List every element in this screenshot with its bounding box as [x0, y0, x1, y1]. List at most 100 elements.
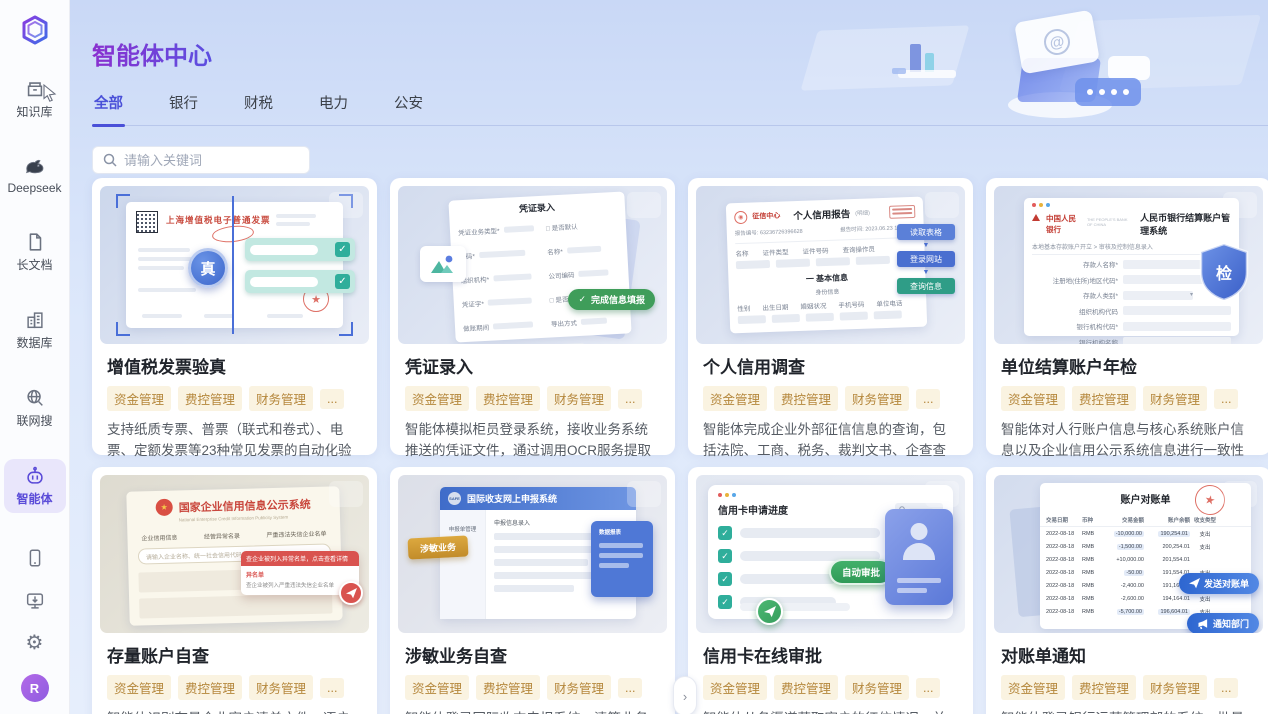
check-icon: ✓ [718, 595, 732, 609]
national-emblem-icon: ★ [155, 499, 172, 516]
tag: 财务管理 [249, 675, 313, 700]
card-thumbnail: 信用卡申请进度 ✓ ✓ ✓ ✓ 自动审批 [696, 475, 965, 633]
tag-more: ... [916, 678, 940, 698]
sidebar-item-database[interactable]: 数据库 [4, 303, 66, 357]
sidebar-item-web-search[interactable]: 联网搜 [4, 381, 66, 435]
agent-card[interactable]: 信用卡申请进度 ✓ ✓ ✓ ✓ 自动审批 [688, 467, 973, 714]
tag: 费控管理 [1072, 675, 1136, 700]
card-description: 智能体登录银行运营管理部的系统，批量生成对账单，并将对账单保存到指定位置，再根据… [1001, 708, 1256, 714]
card-title: 存量账户自查 [107, 642, 362, 667]
card-thumbnail: 中国人民银行 THE PEOPLE'S BANK OF CHINA 人民币银行结… [994, 186, 1263, 344]
avatar-initial: R [30, 681, 39, 696]
agent-card[interactable]: 上海增值税电子普通发票 ★ 真 [92, 178, 377, 455]
tag-more: ... [618, 678, 642, 698]
card-title: 个人信用调查 [703, 353, 958, 378]
tag-more: ... [320, 389, 344, 409]
chevron-right-icon: › [683, 689, 687, 704]
paper-plane-icon [756, 598, 783, 625]
tab-finance-tax[interactable]: 财税 [242, 92, 275, 125]
auto-approve-badge: 自动审批 [829, 559, 893, 585]
speech-bubble-small [1108, 56, 1150, 80]
credit-center-logo: ◉ [734, 210, 747, 223]
tab-all[interactable]: 全部 [92, 92, 125, 125]
tag: 资金管理 [107, 675, 171, 700]
card-description: 智能体对人行账户信息与核心系统账户信息以及企业信用公示系统信息进行一致性比对，完… [1001, 419, 1256, 461]
card-tags: 资金管理 费控管理 财务管理 ... [405, 675, 660, 700]
card-description: 智能体模拟柜员登录系统，接收业务系统推送的凭证文件，通过调用OCR服务提取图像内… [405, 419, 660, 461]
sidebar-item-deepseek[interactable]: Deepseek [4, 150, 66, 201]
agent-card[interactable]: 账户对账单 ★ 交易日期币种交易金额账户余额收支类型 2022-08-18RMB… [986, 467, 1268, 714]
user-avatar[interactable]: R [21, 674, 49, 702]
tag: 资金管理 [405, 675, 469, 700]
tag: 财务管理 [1143, 386, 1207, 411]
login-site-button: 登录网站 [897, 251, 955, 267]
verified-row: ✓ [245, 270, 355, 293]
corner-bracket [339, 322, 353, 336]
sidebar-item-label: 长文档 [16, 256, 52, 273]
card-tags: 资金管理 费控管理 财务管理 ... [703, 675, 958, 700]
sidebar-item-label: 知识库 [16, 103, 52, 120]
agent-card[interactable]: ◉ 征信中心 个人信用报告 (明细) 报告编号: 63236726396628 … [688, 178, 973, 455]
sidebar: 知识库 Deepseek 长文档 数据库 联网搜 [0, 0, 70, 714]
mini-bar-chart-illustration [892, 36, 962, 80]
card-description: 智能体从各渠道获取客户的征信情况，并生产黑白名单，自动完成在线审批... [703, 708, 958, 714]
corner-bracket [116, 322, 130, 336]
card-title: 信用卡在线审批 [703, 642, 958, 667]
send-statement-button: 发送对账单 [1179, 573, 1259, 594]
page-title: 智能体中心 [92, 36, 212, 71]
sidebar-item-agent[interactable]: 智能体 [4, 459, 66, 513]
card-description: 智能体完成企业外部征信信息的查询，包括法院、工商、税务、裁判文书、企查查等20多… [703, 419, 958, 461]
picture-icon [429, 254, 457, 274]
card-description: 智能体识别存量企业客户清单文件，逐户登录全国企业信用信息公示系统，查询客户是否被… [107, 708, 362, 714]
card-title: 涉敏业务自查 [405, 642, 660, 667]
check-icon: ✓ [335, 274, 350, 289]
search-icon [103, 153, 117, 167]
corner-bracket [116, 194, 130, 208]
tag: 财务管理 [845, 386, 909, 411]
mobile-device-icon[interactable] [24, 547, 46, 569]
document-icon [24, 231, 46, 253]
card-tags: 资金管理 费控管理 财务管理 ... [703, 386, 958, 411]
card-tags: 资金管理 费控管理 财务管理 ... [1001, 386, 1256, 411]
card-thumbnail: 上海增值税电子普通发票 ★ 真 [100, 186, 369, 344]
card-tags: 资金管理 费控管理 财务管理 ... [107, 675, 362, 700]
success-badge: ✓完成信息填报 [568, 289, 655, 310]
at-symbol: @ [1042, 27, 1072, 57]
tag-more: ... [916, 389, 940, 409]
tag: 费控管理 [774, 386, 838, 411]
agent-card[interactable]: 中国人民银行 THE PEOPLE'S BANK OF CHINA 人民币银行结… [986, 178, 1268, 455]
card-description: 智能体登录国际收支申报系统、清算业务管理系统自动导出交易数据，根据系统提示核对名… [405, 708, 660, 714]
tab-public-security[interactable]: 公安 [392, 92, 425, 125]
card-description: 支持纸质专票、普票（联式和卷式）、电票、定额发票等23种常见发票的自动化验证与审… [107, 419, 362, 461]
agent-card-grid: 上海增值税电子普通发票 ★ 真 [92, 178, 1268, 714]
safe-globe-logo: SAFE [448, 492, 461, 505]
sidebar-item-label: 智能体 [16, 490, 52, 507]
check-icon: ✓ [718, 526, 732, 540]
tag: 费控管理 [1072, 386, 1136, 411]
red-star-stamp-icon: ★ [1192, 482, 1228, 518]
image-placeholder-card [420, 246, 466, 282]
sidebar-item-long-document[interactable]: 长文档 [4, 225, 66, 279]
agent-card[interactable]: SAFE 国际收支网上申报系统 申报单管理 申报信息录入 [390, 467, 675, 714]
banner-panel-shape [801, 25, 970, 90]
tag: 费控管理 [476, 675, 540, 700]
corner-bracket [339, 194, 353, 208]
expand-handle[interactable]: › [673, 676, 697, 714]
tab-bank[interactable]: 银行 [167, 92, 200, 125]
agent-card[interactable]: 凭证录入 凭证业务类型* 代码* 组织机构* 凭证字* 做账期间 记账端口 默认… [390, 178, 675, 455]
tag: 资金管理 [1001, 675, 1065, 700]
tag-more: ... [320, 678, 344, 698]
tab-power[interactable]: 电力 [317, 92, 350, 125]
tag-more: ... [1214, 389, 1238, 409]
scan-line [232, 196, 234, 334]
search-input[interactable] [124, 153, 294, 168]
agent-card[interactable]: ★ 国家企业信用信息公示系统 National Enterprise Credi… [92, 467, 377, 714]
web-search-icon [24, 387, 46, 409]
download-client-icon[interactable] [24, 590, 46, 612]
settings-gear-icon[interactable]: ⚙ [26, 633, 44, 653]
tag: 财务管理 [547, 386, 611, 411]
alert-tooltip: 查企业被列入异常名单，点击查看详情 异名单 查企业被列入严重违法失信企业名单 [241, 551, 359, 595]
verified-row: ✓ [245, 238, 355, 261]
data-report-panel: 数据报表 [591, 521, 653, 597]
mouse-cursor [42, 84, 58, 102]
